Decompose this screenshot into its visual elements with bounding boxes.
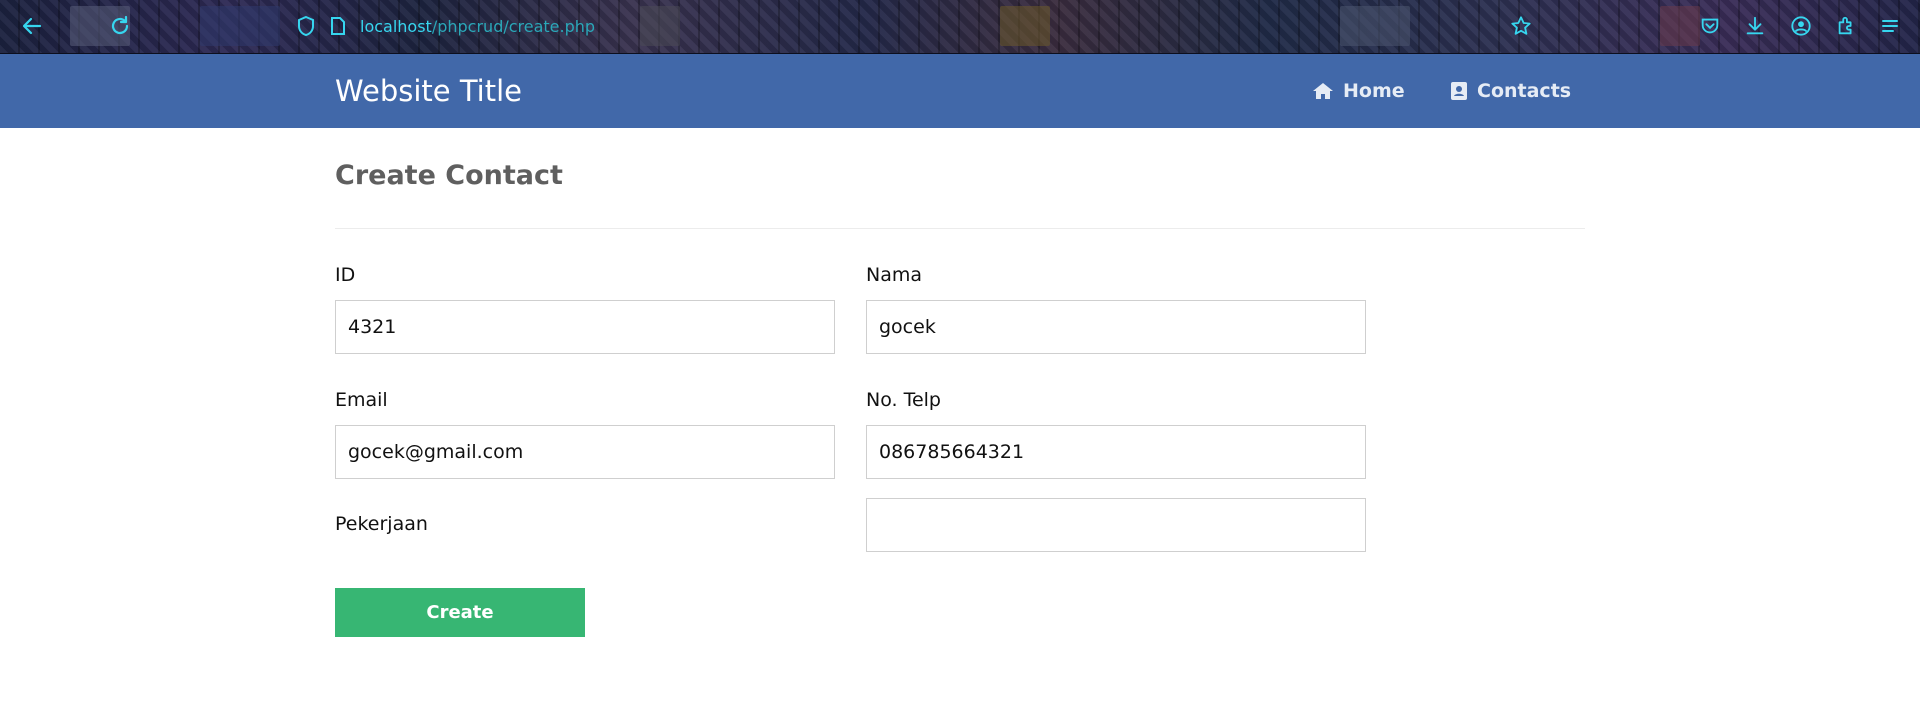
shield-icon[interactable] [296, 15, 316, 37]
id-input[interactable] [335, 300, 835, 354]
background-decoration [1000, 6, 1050, 46]
nav-link-label: Contacts [1477, 80, 1572, 102]
background-decoration [1340, 6, 1410, 46]
nav-link-home[interactable]: Home [1312, 54, 1405, 128]
id-label: ID [335, 264, 356, 286]
create-button[interactable]: Create [335, 588, 585, 637]
url-text[interactable]: localhost/phpcrud/create.php [360, 17, 595, 36]
reload-icon[interactable] [108, 14, 132, 38]
page-icon [330, 16, 346, 36]
home-icon [1312, 81, 1334, 101]
pekerjaan-label: Pekerjaan [335, 513, 428, 535]
telp-label: No. Telp [866, 389, 941, 411]
nama-label: Nama [866, 264, 923, 286]
address-book-icon [1450, 81, 1468, 101]
extensions-icon[interactable] [1834, 14, 1858, 38]
nama-input[interactable] [866, 300, 1366, 354]
heading-divider [335, 228, 1585, 229]
nav-link-label: Home [1343, 80, 1405, 102]
url-path: /phpcrud/create.php [431, 16, 596, 36]
email-label: Email [335, 389, 388, 411]
pekerjaan-input[interactable] [866, 498, 1366, 552]
menu-icon[interactable] [1878, 14, 1902, 38]
email-input[interactable] [335, 425, 835, 479]
address-bar[interactable]: localhost/phpcrud/create.php [296, 14, 595, 38]
back-icon[interactable] [20, 14, 44, 38]
site-navbar: Website Title Home Contacts [0, 54, 1920, 128]
telp-input[interactable] [866, 425, 1366, 479]
site-title[interactable]: Website Title [335, 54, 522, 128]
nav-link-contacts[interactable]: Contacts [1450, 54, 1571, 128]
pocket-icon[interactable] [1698, 14, 1722, 38]
account-icon[interactable] [1789, 14, 1813, 38]
star-icon[interactable] [1509, 14, 1533, 38]
page-title: Create Contact [335, 160, 563, 191]
download-icon[interactable] [1743, 14, 1767, 38]
background-decoration [640, 6, 680, 46]
url-host: localhost [360, 16, 432, 36]
background-decoration [200, 6, 280, 46]
background-decoration [1660, 6, 1700, 46]
browser-toolbar: localhost/phpcrud/create.php [0, 0, 1920, 54]
